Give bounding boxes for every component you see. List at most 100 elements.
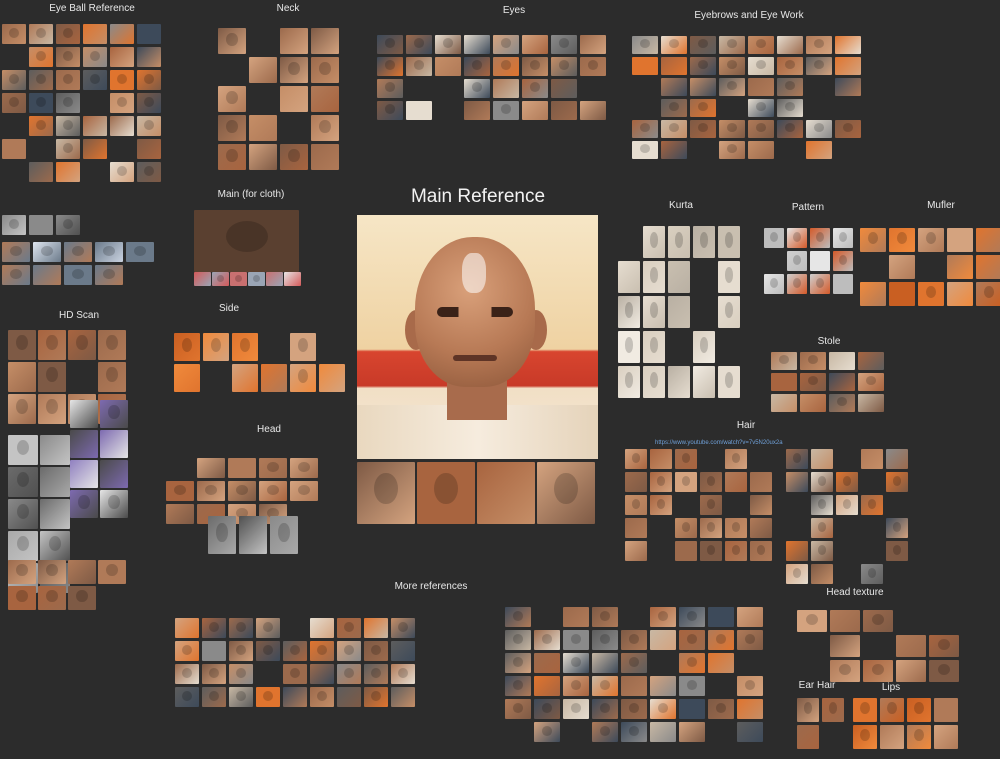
eyebrows-image[interactable] bbox=[719, 57, 745, 75]
hd-scan-sheet-image[interactable] bbox=[100, 490, 128, 518]
pattern-image[interactable] bbox=[833, 251, 853, 271]
lips-image[interactable] bbox=[907, 698, 931, 722]
more-mid-image[interactable] bbox=[592, 630, 618, 650]
eyebrows-image[interactable] bbox=[661, 141, 687, 159]
eyebrows-image[interactable] bbox=[661, 120, 687, 138]
eyebrows-image[interactable] bbox=[777, 120, 803, 138]
hair-right-image[interactable] bbox=[811, 495, 833, 515]
kurta-image[interactable] bbox=[718, 261, 740, 293]
head-texture-image[interactable] bbox=[797, 610, 827, 632]
neck-image[interactable] bbox=[280, 144, 308, 170]
more-mid-image[interactable] bbox=[563, 676, 589, 696]
eyebrows-image[interactable] bbox=[777, 78, 803, 96]
hair-right-image[interactable] bbox=[786, 472, 808, 492]
pattern-image[interactable] bbox=[787, 251, 807, 271]
stole-image[interactable] bbox=[829, 373, 855, 391]
hair-image[interactable] bbox=[750, 518, 772, 538]
kurta-image[interactable] bbox=[718, 366, 740, 398]
eyes-image[interactable] bbox=[377, 79, 403, 98]
eyebrows-image[interactable] bbox=[835, 36, 861, 54]
hd-scan-lower-image[interactable] bbox=[38, 560, 66, 584]
hair-right-image[interactable] bbox=[811, 564, 833, 584]
more-mid-image[interactable] bbox=[737, 676, 763, 696]
more-mid-image[interactable] bbox=[737, 699, 763, 719]
eyebrows-image[interactable] bbox=[806, 141, 832, 159]
neck-image[interactable] bbox=[249, 144, 277, 170]
more-left-image[interactable] bbox=[202, 687, 226, 707]
more-mid-image[interactable] bbox=[592, 722, 618, 742]
eyeball-image[interactable] bbox=[110, 162, 134, 182]
more-mid-image[interactable] bbox=[505, 630, 531, 650]
eyebrows-image[interactable] bbox=[661, 78, 687, 96]
mufler-image[interactable] bbox=[947, 282, 973, 306]
more-left-image[interactable] bbox=[337, 687, 361, 707]
stole-image[interactable] bbox=[771, 394, 797, 412]
main-cloth-swatch-image[interactable] bbox=[212, 272, 229, 286]
hd-scan-grey-image[interactable] bbox=[40, 499, 70, 529]
more-mid-image[interactable] bbox=[737, 607, 763, 627]
eyeball-image[interactable] bbox=[83, 116, 107, 136]
more-left-image[interactable] bbox=[337, 664, 361, 684]
eyeball-image[interactable] bbox=[83, 24, 107, 44]
eyes-image[interactable] bbox=[551, 57, 577, 76]
eyes-image[interactable] bbox=[435, 35, 461, 54]
neck-image[interactable] bbox=[218, 86, 246, 112]
stole-image[interactable] bbox=[858, 394, 884, 412]
eyes-image[interactable] bbox=[377, 101, 403, 120]
more-left-image[interactable] bbox=[391, 641, 415, 661]
lips-image[interactable] bbox=[907, 725, 931, 749]
more-mid-image[interactable] bbox=[505, 653, 531, 673]
hd-scan-grey-image[interactable] bbox=[8, 531, 38, 561]
lips-image[interactable] bbox=[880, 698, 904, 722]
more-mid-image[interactable] bbox=[621, 653, 647, 673]
eyeball-image[interactable] bbox=[56, 162, 80, 182]
more-mid-image[interactable] bbox=[621, 676, 647, 696]
eyes-image[interactable] bbox=[493, 57, 519, 76]
ear-hair-image[interactable] bbox=[797, 725, 819, 749]
eyeball-image[interactable] bbox=[2, 139, 26, 159]
neck-image[interactable] bbox=[218, 28, 246, 54]
stole-image[interactable] bbox=[829, 352, 855, 370]
kurta-image[interactable] bbox=[618, 366, 640, 398]
kurta-image[interactable] bbox=[643, 261, 665, 293]
more-left-image[interactable] bbox=[256, 618, 280, 638]
mufler-image[interactable] bbox=[860, 282, 886, 306]
kurta-image[interactable] bbox=[618, 331, 640, 363]
eyebrows-image[interactable] bbox=[690, 99, 716, 117]
more-left-image[interactable] bbox=[175, 664, 199, 684]
more-left-image[interactable] bbox=[256, 687, 280, 707]
eyeball-lower-image[interactable] bbox=[56, 215, 80, 235]
hair-image[interactable] bbox=[650, 472, 672, 492]
eyebrows-image[interactable] bbox=[632, 141, 658, 159]
hd-scan-grey-image[interactable] bbox=[40, 435, 70, 465]
head-image[interactable] bbox=[197, 481, 225, 501]
head-image[interactable] bbox=[166, 504, 194, 524]
more-left-image[interactable] bbox=[391, 687, 415, 707]
more-left-image[interactable] bbox=[364, 687, 388, 707]
hd-scan-image[interactable] bbox=[8, 362, 36, 392]
eyeball-image[interactable] bbox=[83, 70, 107, 90]
stole-image[interactable] bbox=[800, 394, 826, 412]
hd-scan-image[interactable] bbox=[8, 330, 36, 360]
more-mid-image[interactable] bbox=[563, 607, 589, 627]
eyeball-sheet-image[interactable] bbox=[2, 242, 30, 262]
eyes-image[interactable] bbox=[522, 79, 548, 98]
side-image[interactable] bbox=[290, 364, 316, 392]
more-left-image[interactable] bbox=[337, 641, 361, 661]
head-image[interactable] bbox=[290, 481, 318, 501]
eyeball-sheet-image[interactable] bbox=[95, 242, 123, 262]
more-mid-image[interactable] bbox=[592, 653, 618, 673]
more-mid-image[interactable] bbox=[563, 699, 589, 719]
head-image[interactable] bbox=[166, 481, 194, 501]
more-left-image[interactable] bbox=[283, 664, 307, 684]
stole-image[interactable] bbox=[858, 352, 884, 370]
more-mid-image[interactable] bbox=[737, 722, 763, 742]
pattern-image[interactable] bbox=[810, 251, 830, 271]
main-cloth-image[interactable] bbox=[194, 210, 299, 272]
head-texture-image[interactable] bbox=[896, 635, 926, 657]
stole-image[interactable] bbox=[800, 352, 826, 370]
eyeball-image[interactable] bbox=[29, 47, 53, 67]
hair-image[interactable] bbox=[750, 472, 772, 492]
eyebrows-image[interactable] bbox=[748, 141, 774, 159]
hd-scan-grey-image[interactable] bbox=[8, 467, 38, 497]
